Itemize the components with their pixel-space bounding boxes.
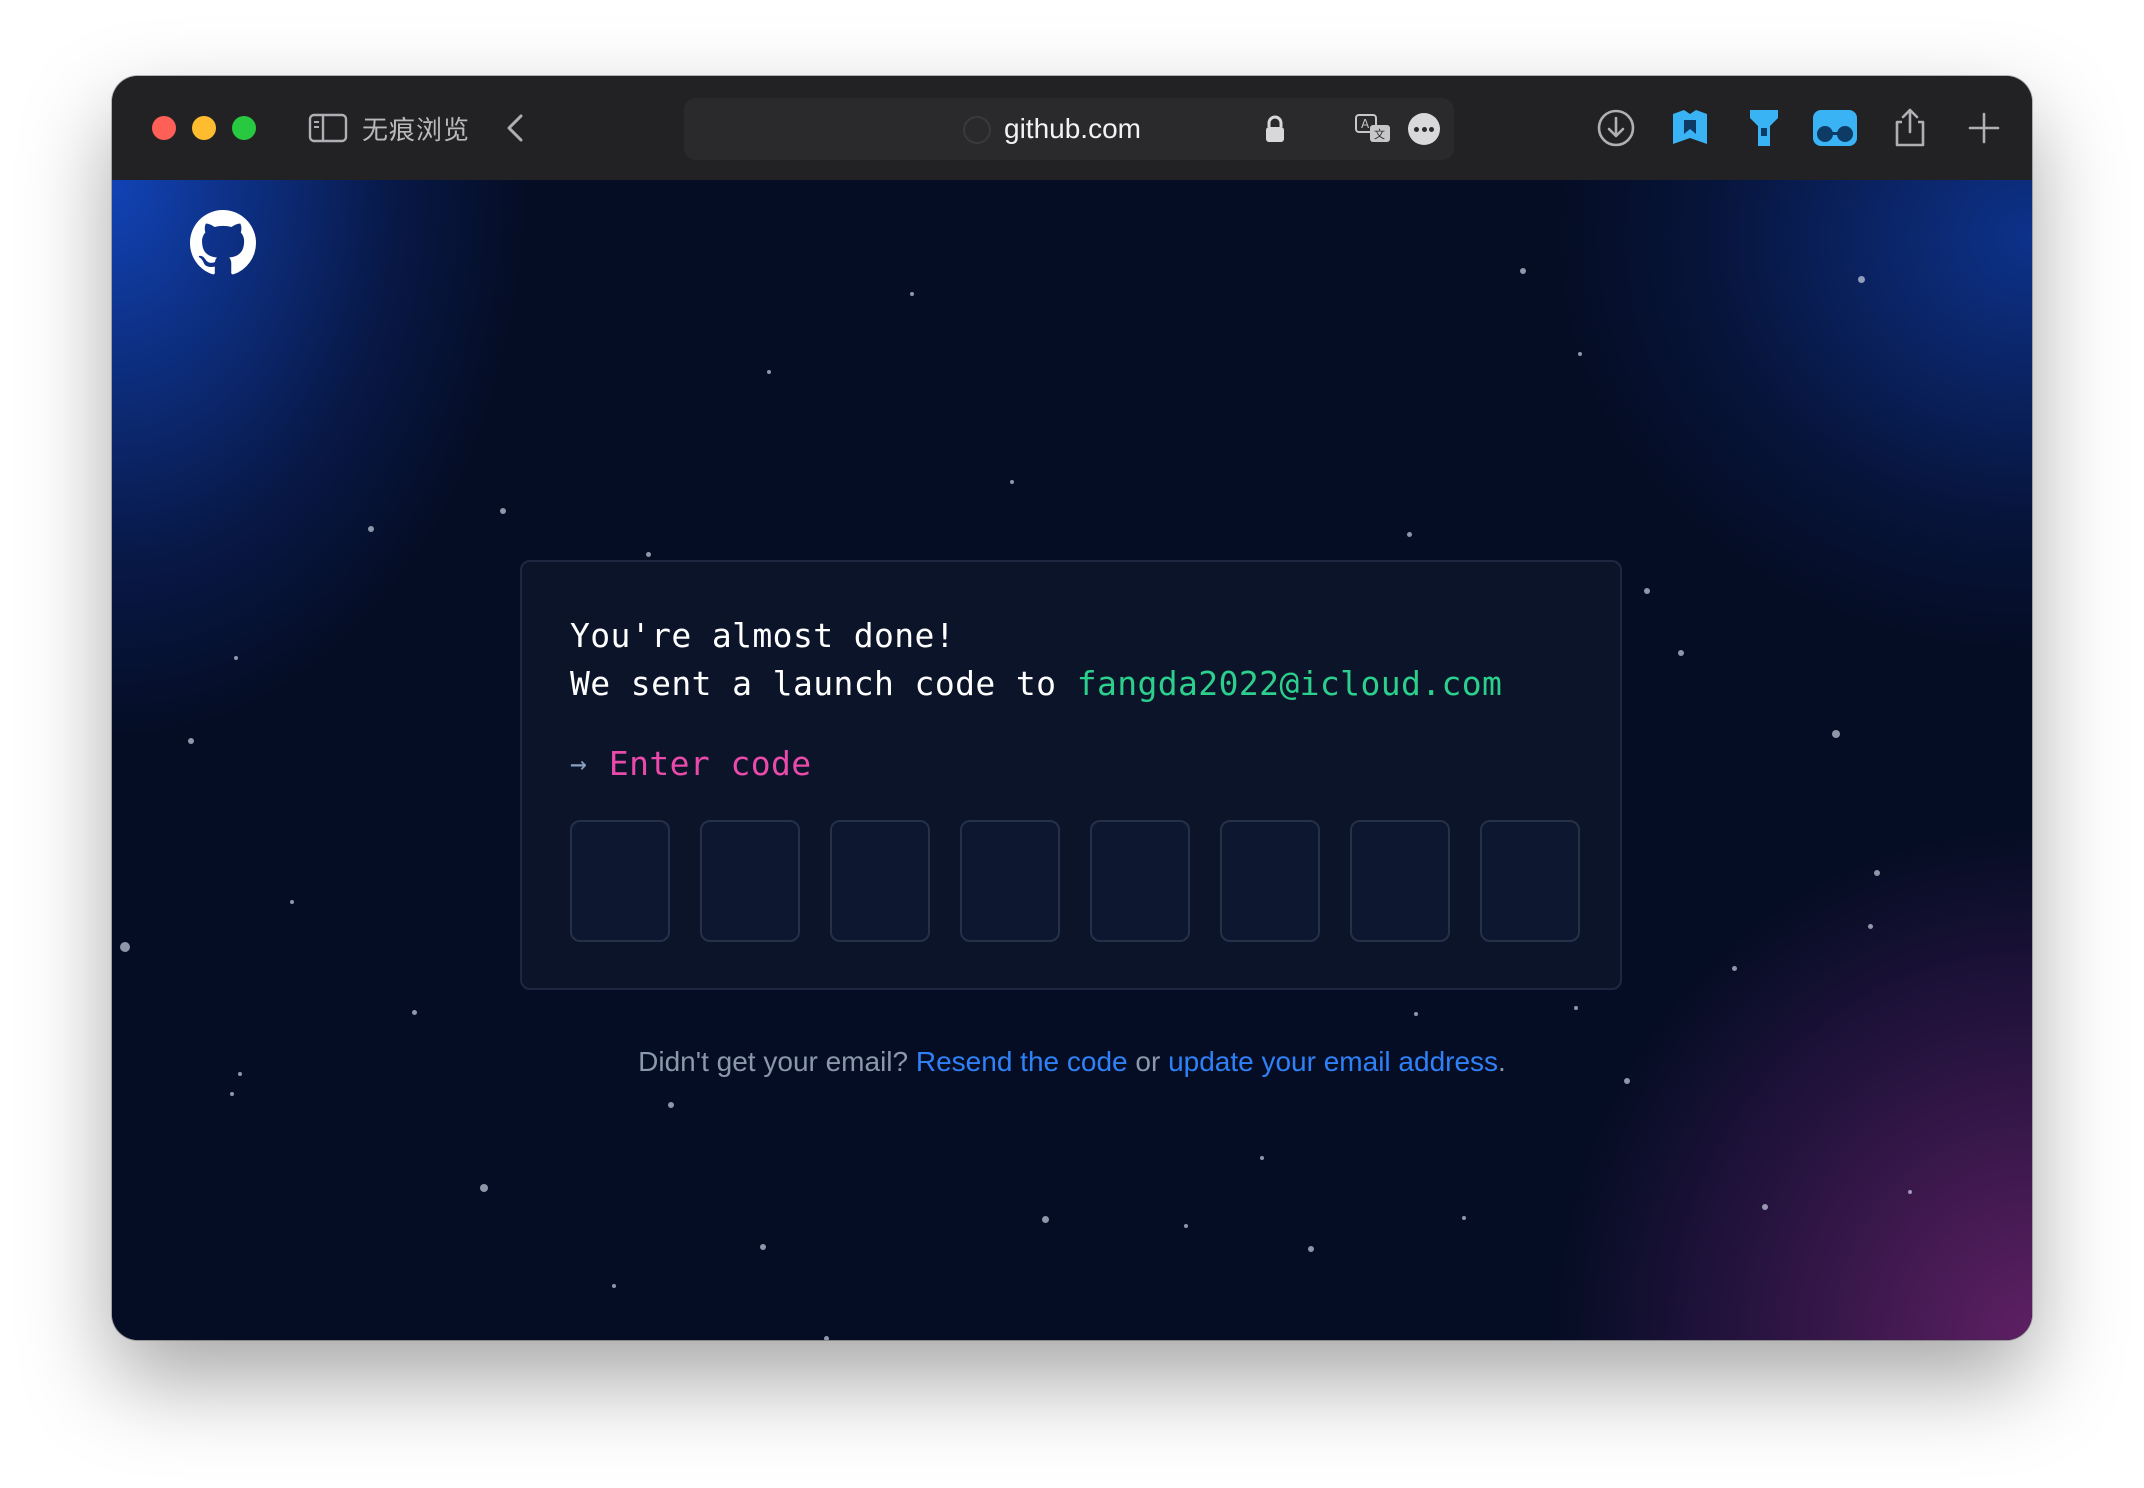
almost-done-heading: You're almost done! (570, 616, 956, 655)
url-text: github.com (1004, 113, 1141, 144)
star-34 (480, 1184, 488, 1192)
star-5 (767, 370, 771, 374)
code-digit-input-1[interactable] (570, 820, 670, 942)
sent-code-text: We sent a launch code to (570, 664, 1077, 703)
launch-code-card: You're almost done! We sent a launch cod… (520, 560, 1622, 990)
star-28 (1184, 1224, 1188, 1228)
or-text: or (1127, 1046, 1169, 1077)
star-13 (1868, 924, 1873, 929)
star-22 (1414, 1012, 1418, 1016)
star-14 (1874, 870, 1880, 876)
star-3 (910, 292, 914, 296)
sent-code-message: We sent a launch code to fangda2022@iclo… (570, 664, 1502, 703)
star-26 (1908, 1190, 1912, 1194)
star-10 (1407, 532, 1412, 537)
star-27 (1308, 1246, 1314, 1252)
code-digit-input-6[interactable] (1220, 820, 1320, 942)
code-digit-input-2[interactable] (700, 820, 800, 942)
minimize-window-button[interactable] (192, 116, 216, 140)
star-9 (646, 552, 651, 557)
browser-window: 无痕浏览 github.com A 文 You're almost done! … (112, 76, 2032, 1340)
star-18 (120, 942, 130, 952)
star-19 (230, 1092, 234, 1096)
code-digit-input-7[interactable] (1350, 820, 1450, 942)
star-23 (1574, 1006, 1578, 1010)
resend-code-link[interactable]: Resend the code (916, 1046, 1128, 1077)
star-1 (1520, 268, 1526, 274)
code-digit-input-4[interactable] (960, 820, 1060, 942)
star-15 (188, 738, 194, 744)
code-digit-input-3[interactable] (830, 820, 930, 942)
star-21 (668, 1102, 674, 1108)
back-arrow-icon[interactable] (498, 110, 534, 146)
star-6 (500, 508, 506, 514)
extension-bookmark-icon[interactable] (1668, 106, 1712, 150)
star-12 (1832, 730, 1840, 738)
lock-icon (1266, 115, 1284, 142)
star-7 (368, 526, 374, 532)
more-options-icon[interactable] (1408, 113, 1440, 145)
star-25 (1762, 1204, 1768, 1210)
star-16 (234, 656, 238, 660)
svg-text:文: 文 (1374, 127, 1385, 141)
star-36 (1462, 1216, 1466, 1220)
page-content: You're almost done! We sent a launch cod… (112, 180, 2032, 1340)
star-11 (1644, 588, 1650, 594)
star-31 (760, 1244, 766, 1250)
sidebar-toggle-icon[interactable] (308, 112, 348, 144)
star-17 (290, 900, 294, 904)
update-email-link[interactable]: update your email address (1168, 1046, 1498, 1077)
download-icon[interactable] (1594, 106, 1638, 150)
star-8 (1010, 480, 1014, 484)
share-icon[interactable] (1888, 106, 1932, 150)
close-window-button[interactable] (152, 116, 176, 140)
svg-text:A: A (1361, 117, 1370, 131)
resend-help-text: Didn't get your email? Resend the code o… (112, 1046, 2032, 1078)
star-30 (1042, 1216, 1049, 1223)
star-32 (612, 1284, 616, 1288)
new-tab-icon[interactable] (1962, 106, 2006, 150)
star-29 (1260, 1156, 1264, 1160)
code-digit-input-8[interactable] (1480, 820, 1580, 942)
private-browsing-label: 无痕浏览 (362, 116, 471, 146)
zoom-window-button[interactable] (232, 116, 256, 140)
help-prefix: Didn't get your email? (638, 1046, 916, 1077)
star-24 (1624, 1078, 1630, 1084)
arrow-right-icon: → (570, 747, 587, 780)
star-33 (824, 1336, 829, 1340)
address-bar[interactable]: github.com A 文 (684, 98, 1454, 160)
star-20 (412, 1010, 417, 1015)
help-period: . (1498, 1046, 1506, 1077)
star-38 (1678, 650, 1684, 656)
star-2 (1858, 276, 1865, 283)
extension-flashlight-icon[interactable] (1742, 106, 1786, 150)
code-input-row (570, 820, 1580, 942)
star-37 (1732, 966, 1737, 971)
github-logo-icon[interactable] (190, 210, 256, 276)
title-bar: 无痕浏览 github.com A 文 (112, 76, 2032, 180)
email-address: fangda2022@icloud.com (1076, 664, 1503, 703)
extension-glasses-icon[interactable] (1810, 106, 1860, 150)
star-4 (1578, 352, 1582, 356)
translate-icon[interactable]: A 文 (1354, 112, 1394, 146)
enter-code-label: Enter code (608, 744, 812, 783)
github-favicon-icon (963, 116, 991, 144)
enter-code-prompt: → Enter code (570, 744, 812, 783)
code-digit-input-5[interactable] (1090, 820, 1190, 942)
